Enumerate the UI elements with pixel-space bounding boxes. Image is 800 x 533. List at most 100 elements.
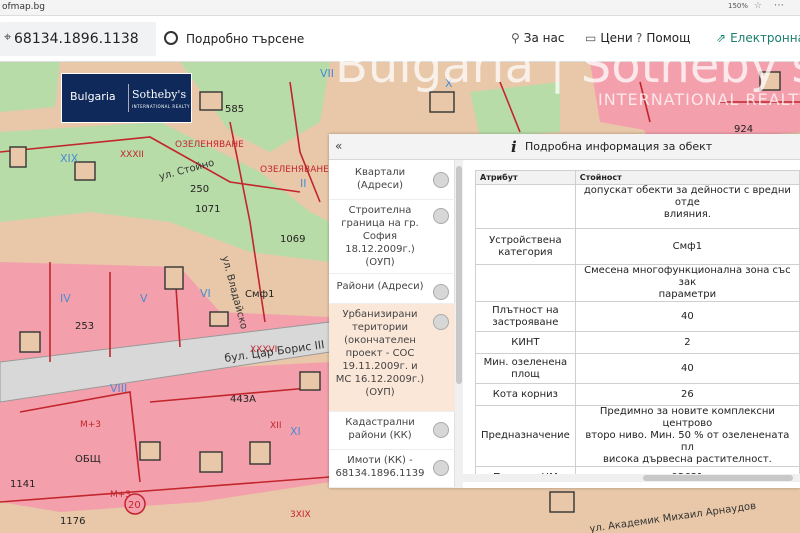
- advanced-search-label: Подробно търсене: [186, 32, 305, 46]
- search-icon: [164, 31, 178, 45]
- svg-text:1071: 1071: [195, 204, 220, 215]
- layer-user-icon[interactable]: [433, 460, 449, 476]
- location-pin-icon: ⌖: [4, 30, 12, 45]
- panel-header: « i Подробна информация за обект: [329, 134, 800, 160]
- attribute-cell: [475, 184, 576, 229]
- attribute-table: Атрибут Стойност допускат обекти за дейн…: [475, 170, 800, 480]
- value-cell: 40: [574, 353, 800, 384]
- attribute-cell: КИНТ: [475, 331, 576, 354]
- sothebys-logo: Bulgaria Sotheby's INTERNATIONAL REALTY: [61, 73, 192, 123]
- watermark-subtext: INTERNATIONAL REALTY: [598, 90, 800, 109]
- browser-menu-icon[interactable]: ⋯: [774, 0, 784, 11]
- layer-user-icon[interactable]: [433, 284, 449, 300]
- svg-text:1141: 1141: [10, 479, 35, 490]
- table-row: допускат обекти за дейности с вредни отд…: [475, 184, 800, 229]
- value-cell: Предимно за новите комплексни центрово в…: [574, 405, 800, 467]
- svg-text:VII: VII: [320, 67, 334, 80]
- svg-text:250: 250: [190, 184, 209, 195]
- svg-text:ОБЩ: ОБЩ: [75, 454, 101, 465]
- svg-text:443А: 443А: [230, 394, 256, 405]
- svg-text:XI: XI: [290, 425, 301, 438]
- table-row: Плътност на застрояване 40: [475, 301, 800, 332]
- search-value[interactable]: 68134.1896.1138: [14, 31, 139, 47]
- svg-text:IV: IV: [60, 292, 71, 305]
- layer-label: Кадастрални райони (КК): [345, 417, 415, 441]
- layer-list-scrollbar[interactable]: [455, 160, 463, 488]
- logo-bulgaria: Bulgaria: [70, 90, 116, 103]
- attribute-cell: Плътност на застрояване: [475, 301, 576, 332]
- screen: ofmap.bg 150% ☆ ⋯ ⌖ 68134.1896.1138 Подр…: [0, 0, 800, 533]
- browser-url[interactable]: ofmap.bg: [2, 2, 45, 12]
- attribute-cell: Устройствена категория: [475, 228, 576, 265]
- table-row: Мин. озеленена площ 40: [475, 353, 800, 384]
- svg-text:20: 20: [128, 500, 141, 511]
- logo-sothebys: Sotheby's: [132, 88, 187, 101]
- layer-item[interactable]: Имоти (КК) - 68134.1896.1139: [329, 450, 455, 488]
- value-cell: Смесена многофункционална зона със зак п…: [574, 264, 800, 302]
- attribute-cell: Кота корниз: [475, 383, 576, 406]
- svg-text:II: II: [300, 177, 307, 190]
- browser-zoom: 150%: [727, 2, 748, 10]
- layer-list: Квартали (Адреси) Строителна граница на …: [329, 160, 455, 488]
- advanced-search-button[interactable]: Подробно търсене: [164, 31, 304, 46]
- layer-label: Урбанизирани територии (окончателен прое…: [335, 309, 425, 398]
- table-row: Кота корниз 26: [475, 383, 800, 406]
- layer-user-icon[interactable]: [433, 314, 449, 330]
- layer-label: Квартали (Адреси): [354, 167, 406, 191]
- attribute-cell: Предназначение: [475, 405, 576, 467]
- svg-text:VI: VI: [200, 287, 211, 300]
- layer-label: Строителна граница на гр. София 18.12.20…: [341, 205, 419, 268]
- layer-item[interactable]: Строителна граница на гр. София 18.12.20…: [329, 200, 455, 274]
- logo-sub: INTERNATIONAL REALTY: [132, 104, 190, 109]
- search-input[interactable]: ⌖ 68134.1896.1138: [0, 22, 156, 56]
- table-row: Смесена многофункционална зона със зак п…: [475, 264, 800, 302]
- svg-text:585: 585: [225, 104, 244, 115]
- svg-text:3XIX: 3XIX: [290, 510, 311, 520]
- panel-title: Подробна информация за обект: [525, 140, 713, 153]
- svg-text:1069: 1069: [280, 234, 305, 245]
- table-row: Устройствена категория Смф1: [475, 228, 800, 265]
- svg-text:Смф1: Смф1: [245, 289, 274, 300]
- attribute-cell: Мин. озеленена площ: [475, 353, 576, 384]
- attribute-table-body: допускат обекти за дейности с вредни отд…: [475, 184, 800, 480]
- layer-item-active[interactable]: Урбанизирани територии (окончателен прое…: [329, 304, 455, 412]
- value-cell: Смф1: [574, 228, 800, 265]
- layer-item[interactable]: Райони (Адреси): [329, 274, 455, 304]
- collapse-panel-icon[interactable]: «: [335, 139, 342, 153]
- svg-text:253: 253: [75, 321, 94, 332]
- value-cell: 2: [574, 331, 800, 354]
- value-cell: 26: [574, 383, 800, 406]
- svg-text:V: V: [140, 292, 148, 305]
- info-icon: i: [511, 138, 517, 156]
- map-label-xxxii: XXXII: [120, 150, 144, 160]
- svg-text:1176: 1176: [60, 516, 85, 527]
- svg-text:ОЗЕЛЕНЯВАНЕ: ОЗЕЛЕНЯВАНЕ: [175, 140, 244, 150]
- svg-text:VIII: VIII: [110, 382, 127, 395]
- svg-text:ОЗЕЛЕНЯВАНЕ: ОЗЕЛЕНЯВАНЕ: [260, 165, 329, 175]
- scrollbar-thumb[interactable]: [456, 166, 462, 384]
- value-cell: 40: [574, 301, 800, 332]
- layer-item[interactable]: Кадастрални райони (КК): [329, 412, 455, 450]
- table-horizontal-scrollbar[interactable]: [463, 474, 800, 482]
- table-row: Предназначение Предимно за новите компле…: [475, 405, 800, 467]
- layer-label: Имоти (КК) - 68134.1896.1139: [335, 455, 425, 479]
- layer-label: Райони (Адреси): [336, 281, 424, 292]
- table-row: КИНТ 2: [475, 331, 800, 354]
- svg-text:М+3: М+3: [80, 420, 101, 430]
- object-info-panel: « i Подробна информация за обект Квартал…: [329, 134, 800, 488]
- svg-text:XII: XII: [270, 421, 281, 431]
- svg-text:XIX: XIX: [60, 152, 79, 165]
- logo-separator: [128, 84, 129, 112]
- layer-item[interactable]: Квартали (Адреси): [329, 160, 455, 200]
- watermark-text: Bulgaria | Sotheby's: [335, 38, 800, 94]
- attribute-cell: [475, 264, 576, 302]
- layer-user-icon[interactable]: [433, 172, 449, 188]
- layer-user-icon[interactable]: [433, 208, 449, 224]
- bookmark-star-icon[interactable]: ☆: [754, 1, 762, 11]
- browser-address-bar[interactable]: ofmap.bg 150% ☆ ⋯: [0, 0, 800, 16]
- table-header-attribute: Атрибут: [475, 170, 576, 185]
- table-header-value: Стойност: [574, 170, 800, 185]
- attribute-table-wrap: Атрибут Стойност допускат обекти за дейн…: [475, 170, 800, 480]
- layer-user-icon[interactable]: [433, 422, 449, 438]
- scrollbar-thumb[interactable]: [643, 475, 793, 481]
